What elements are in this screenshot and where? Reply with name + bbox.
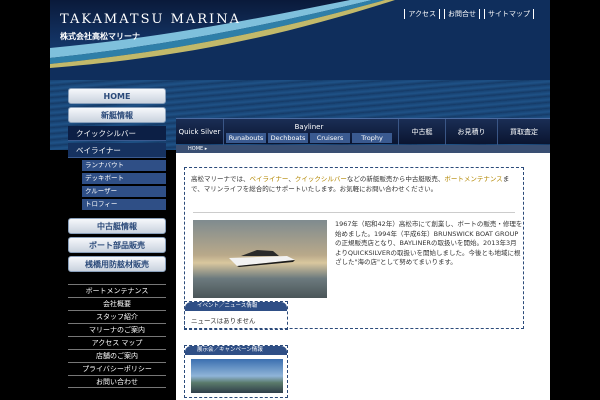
company-history: 1967年（昭和42年）高松市にて創業し、ボートの販売・修理を始めました。199…	[335, 220, 523, 266]
left-link-list: ボートメンテナンス 会社概要 スタッフ紹介 マリーナのご案内 アクセス マップ …	[68, 284, 166, 388]
leftlink-marina-guide[interactable]: マリーナのご案内	[68, 323, 166, 336]
campaign-card: 展示会／キャンペーン情報	[184, 345, 288, 398]
tab-deckboats[interactable]: Dechboats	[268, 133, 308, 143]
campaign-card-title: 展示会／キャンペーン情報	[185, 346, 287, 355]
leftlink-company[interactable]: 会社概要	[68, 297, 166, 310]
nav-home[interactable]: HOME	[68, 88, 166, 104]
nav-bayliner-runabouts[interactable]: ランナバウト	[82, 160, 166, 171]
news-item[interactable]: ニュースはありません	[185, 311, 287, 329]
breadcrumb[interactable]: HOME ▸	[176, 145, 550, 153]
boat-photo	[193, 220, 327, 298]
nav-bayliner-cruisers[interactable]: クルーザー	[82, 186, 166, 197]
tab-trophy[interactable]: Trophy	[352, 133, 392, 143]
main-content: 高松マリーナでは、ベイライナー、クイックシルバーなどの新艇販売から中古艇販売、ボ…	[176, 153, 550, 400]
mainnav-used[interactable]: 中古艇	[398, 119, 446, 145]
boat-icon	[229, 250, 295, 267]
nav-new-boats[interactable]: 新艇情報	[68, 107, 166, 123]
brand-company-name: 株式会社高松マリーナ	[60, 32, 140, 41]
bayliner-tabs: Runabouts Dechboats Cruisers Trophy	[226, 133, 392, 143]
intro-divider	[193, 212, 515, 213]
leftlink-staff[interactable]: スタッフ紹介	[68, 310, 166, 323]
main-navigation: Quick Silver Bayliner Runabouts Dechboat…	[176, 118, 550, 145]
nav-quicksilver[interactable]: クイックシルバー	[68, 126, 166, 141]
mainnav-estimate[interactable]: お見積り	[446, 119, 498, 145]
toplink-contact[interactable]: お問合せ	[444, 9, 480, 19]
brand-logo[interactable]: TAKAMATSU MARINA	[60, 12, 241, 27]
campaign-image[interactable]	[191, 359, 283, 393]
news-card-title: イベント／ニュース情報	[185, 302, 287, 311]
left-navigation: HOME 新艇情報 クイックシルバー ベイライナー ランナバウト デッキボート …	[68, 88, 166, 275]
nav-pier-fenders[interactable]: 桟橋用防舷材販売	[68, 256, 166, 272]
leftlink-contact[interactable]: お問い合わせ	[68, 375, 166, 388]
leftlink-privacy[interactable]: プライバシーポリシー	[68, 362, 166, 375]
mainnav-appraisal[interactable]: 買取査定	[498, 119, 550, 145]
top-links: アクセス お問合せ サイトマップ	[404, 9, 534, 19]
nav-parts-sales[interactable]: ボート部品販売	[68, 237, 166, 253]
intro-text: 高松マリーナでは、ベイライナー、クイックシルバーなどの新艇販売から中古艇販売、ボ…	[191, 175, 510, 193]
tab-runabouts[interactable]: Runabouts	[226, 133, 266, 143]
nav-used-boats[interactable]: 中古艇情報	[68, 218, 166, 234]
nav-bayliner-trophy[interactable]: トロフィー	[82, 199, 166, 210]
site-header: TAKAMATSU MARINA 株式会社高松マリーナ アクセス お問合せ サイ…	[50, 0, 550, 80]
toplink-sitemap[interactable]: サイトマップ	[484, 9, 534, 19]
leftlink-maintenance[interactable]: ボートメンテナンス	[68, 284, 166, 297]
page: TAKAMATSU MARINA 株式会社高松マリーナ アクセス お問合せ サイ…	[50, 0, 550, 400]
nav-bayliner[interactable]: ベイライナー	[68, 143, 166, 158]
tab-cruisers[interactable]: Cruisers	[310, 133, 350, 143]
leftlink-shop-guide[interactable]: 店舗のご案内	[68, 349, 166, 362]
leftlink-access-map[interactable]: アクセス マップ	[68, 336, 166, 349]
mainnav-quicksilver[interactable]: Quick Silver	[176, 119, 224, 145]
mainnav-bayliner[interactable]: Bayliner	[226, 123, 392, 131]
nav-bayliner-deckboats[interactable]: デッキボート	[82, 173, 166, 184]
news-card: イベント／ニュース情報 ニュースはありません	[184, 301, 288, 330]
toplink-access[interactable]: アクセス	[404, 9, 440, 19]
